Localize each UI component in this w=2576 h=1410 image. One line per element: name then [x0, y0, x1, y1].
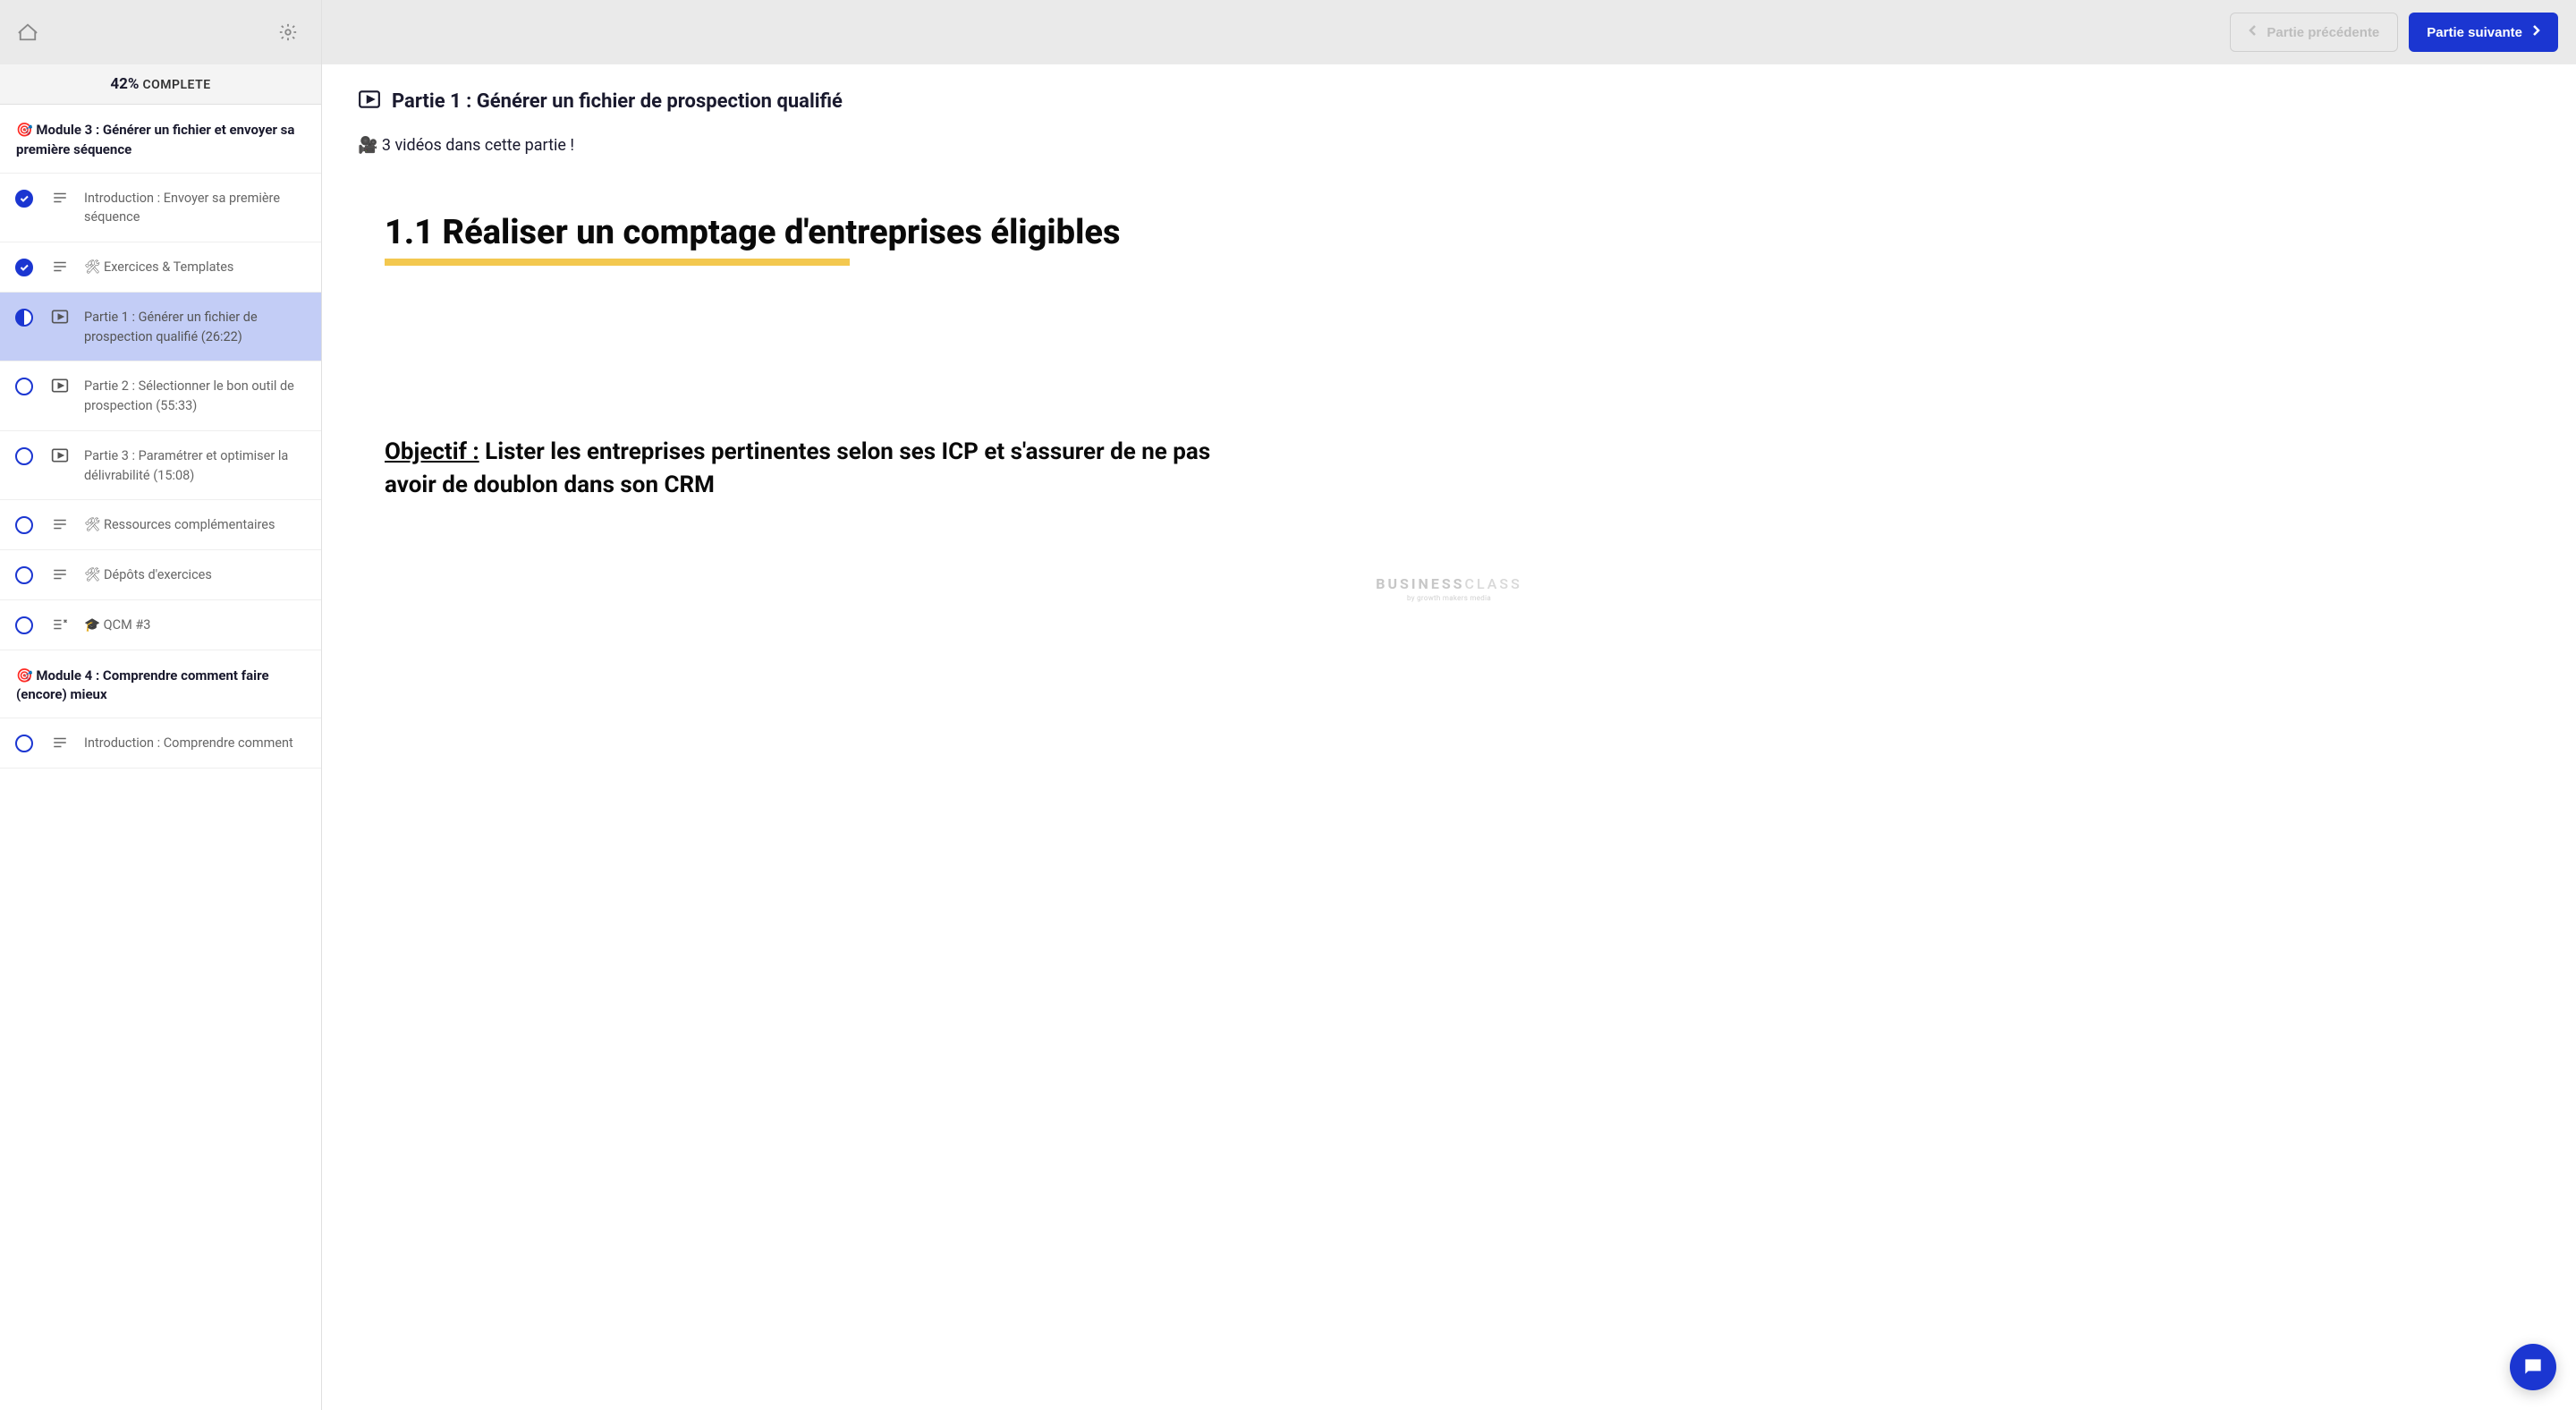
slide-body: Objectif : Lister les entreprises pertin…: [385, 436, 1261, 503]
status-done-icon: [15, 259, 33, 276]
lesson-qcm-3[interactable]: 🎓 QCM #3: [0, 600, 321, 650]
chat-icon: [2521, 1355, 2545, 1379]
lesson-partie-3[interactable]: Partie 3 : Paramétrer et optimiser la dé…: [0, 431, 321, 501]
lesson-label: Partie 1 : Générer un fichier de prospec…: [84, 307, 309, 347]
lesson-partie-1[interactable]: Partie 1 : Générer un fichier de prospec…: [0, 293, 321, 362]
text-icon: [50, 188, 70, 206]
lesson-intro[interactable]: Introduction : Envoyer sa première séque…: [0, 174, 321, 243]
progress-indicator: 42% COMPLETE: [0, 64, 321, 105]
next-label: Partie suivante: [2427, 25, 2522, 40]
text-icon: [50, 733, 70, 751]
lesson-exercices[interactable]: 🛠 Exercices & Templates: [0, 242, 321, 293]
lesson-ressources[interactable]: 🛠 Ressources complémentaires: [0, 500, 321, 550]
status-empty-icon: [15, 378, 33, 395]
video-icon: [50, 446, 70, 463]
text-icon: [50, 257, 70, 275]
status-empty-icon: [15, 447, 33, 465]
lesson-partie-2[interactable]: Partie 2 : Sélectionner le bon outil de …: [0, 361, 321, 431]
heading-underline: [385, 259, 850, 266]
lesson-depots[interactable]: 🛠 Dépôts d'exercices: [0, 550, 321, 600]
lesson-label: Introduction : Envoyer sa première séque…: [84, 188, 309, 228]
lesson-label: Introduction : Comprendre comment: [84, 733, 309, 753]
videos-note: 🎥 3 vidéos dans cette partie !: [358, 136, 2540, 155]
status-done-icon: [15, 190, 33, 208]
lesson-label: 🛠 Exercices & Templates: [84, 257, 309, 277]
home-icon[interactable]: [18, 22, 38, 42]
status-half-icon: [15, 309, 33, 327]
text-icon: [50, 514, 70, 532]
next-button[interactable]: Partie suivante: [2409, 13, 2558, 52]
status-empty-icon: [15, 735, 33, 752]
status-empty-icon: [15, 616, 33, 634]
lesson-label: 🎓 QCM #3: [84, 615, 309, 635]
video-icon: [50, 307, 70, 325]
chevron-left-icon: [2249, 24, 2258, 40]
chat-button[interactable]: [2510, 1344, 2556, 1390]
prev-label: Partie précédente: [2267, 25, 2379, 40]
slide-heading: 1.1 Réaliser un comptage d'entreprises é…: [385, 214, 1120, 255]
lesson-label: 🛠 Dépôts d'exercices: [84, 565, 309, 585]
lesson-label: 🛠 Ressources complémentaires: [84, 514, 309, 535]
brand-logo: BUSINESSCLASS by growth makers media: [1376, 575, 1522, 602]
text-icon: [50, 565, 70, 582]
video-icon: [50, 376, 70, 394]
slide-content: 1.1 Réaliser un comptage d'entreprises é…: [358, 187, 2540, 616]
chevron-right-icon: [2531, 24, 2540, 40]
lesson-m4-intro[interactable]: Introduction : Comprendre comment: [0, 718, 321, 769]
module-3-title: 🎯 Module 3 : Générer un fichier et envoy…: [0, 105, 321, 174]
prev-button[interactable]: Partie précédente: [2230, 13, 2398, 52]
status-empty-icon: [15, 566, 33, 584]
quiz-icon: [50, 615, 70, 633]
video-icon: [358, 89, 381, 113]
lesson-label: Partie 2 : Sélectionner le bon outil de …: [84, 376, 309, 416]
objectif-text: Lister les entreprises pertinentes selon…: [385, 438, 1210, 499]
objectif-label: Objectif :: [385, 438, 479, 465]
lesson-label: Partie 3 : Paramétrer et optimiser la dé…: [84, 446, 309, 486]
status-empty-icon: [15, 516, 33, 534]
module-4-title: 🎯 Module 4 : Comprendre comment faire (e…: [0, 650, 321, 719]
page-title: Partie 1 : Générer un fichier de prospec…: [392, 90, 843, 113]
gear-icon[interactable]: [278, 22, 298, 42]
